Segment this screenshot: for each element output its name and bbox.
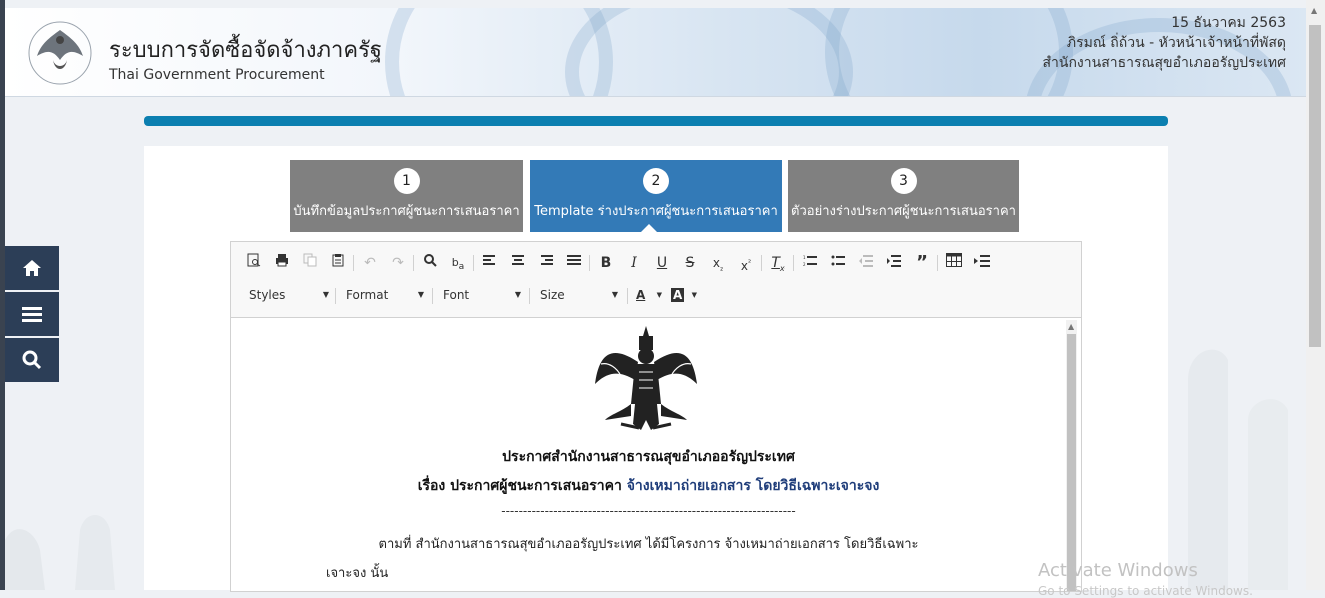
preview-icon[interactable] — [243, 253, 265, 273]
background-decoration — [5, 515, 115, 590]
paragraph-line-2: เจาะจง นั้น — [326, 566, 389, 581]
underline-icon[interactable]: U — [651, 253, 673, 273]
styles-label: Styles — [249, 288, 286, 302]
garuda-emblem — [595, 326, 697, 430]
menu-button[interactable] — [5, 292, 59, 336]
header-decoration — [565, 8, 853, 96]
editor-scrollbar[interactable]: ▲ — [1066, 320, 1077, 591]
svg-text:2: 2 — [803, 262, 806, 267]
size-dropdown[interactable]: Size ▼ — [540, 286, 618, 304]
align-center-icon[interactable] — [507, 253, 529, 273]
user-name[interactable]: ภิรมณ์ ถิ่ถ้วน - หัวหน้าเจ้าหน้าที่พัสดุ — [1042, 33, 1286, 53]
site-title-thai: ระบบการจัดซื้อจัดจ้างภาครัฐ — [109, 38, 383, 63]
size-label: Size — [540, 288, 565, 302]
search-icon — [22, 350, 42, 370]
paste-icon[interactable] — [327, 253, 349, 273]
indent-icon[interactable] — [883, 253, 905, 273]
paragraph-line-1: ตามที่ สำนักงานสาธารณสุขอำเภออรัญประเทศ … — [378, 537, 919, 552]
step-label: Template ร่างประกาศผู้ชนะการเสนอราคา — [534, 204, 778, 219]
table-icon[interactable] — [943, 253, 965, 273]
numbered-list-icon[interactable]: 12 — [799, 253, 821, 273]
home-button[interactable] — [5, 246, 59, 290]
justify-icon[interactable] — [563, 253, 585, 273]
step-number: 2 — [643, 168, 669, 194]
font-label: Font — [443, 288, 470, 302]
svg-text:1: 1 — [803, 255, 806, 260]
redo-icon[interactable]: ↷ — [387, 253, 409, 273]
site-header: ระบบการจัดซื้อจัดจ้างภาครัฐ Thai Governm… — [5, 8, 1306, 97]
scroll-up-icon[interactable]: ▲ — [1068, 322, 1074, 331]
divider-line: ----------------------------------------… — [501, 504, 796, 518]
align-left-icon[interactable] — [479, 253, 501, 273]
editor-content[interactable]: ประกาศสำนักงานสาธารณสุขอำเภออรัญประเทศ เ… — [231, 318, 1066, 591]
showblocks-icon[interactable] — [971, 253, 993, 273]
site-title-english: Thai Government Procurement — [109, 67, 325, 83]
step-number: 1 — [393, 168, 420, 194]
text-color-icon[interactable]: A ▼ — [636, 286, 662, 304]
bulleted-list-icon[interactable] — [827, 253, 849, 273]
home-icon — [23, 260, 41, 276]
activate-windows-subtext: Go to Settings to activate Windows. — [1038, 584, 1253, 598]
format-dropdown[interactable]: Format ▼ — [346, 286, 424, 304]
italic-icon[interactable]: I — [623, 253, 645, 273]
bg-color-icon[interactable]: A ▼ — [671, 286, 697, 304]
search-button[interactable] — [5, 338, 59, 382]
chevron-down-icon: ▼ — [417, 290, 424, 299]
remove-format-icon[interactable]: Tx — [767, 253, 789, 273]
step-label: ตัวอย่างร่างประกาศผู้ชนะการเสนอราคา — [791, 204, 1016, 219]
activate-windows-watermark: Activate Windows — [1038, 560, 1198, 581]
subject-prefix: เรื่อง ประกาศผู้ชนะการเสนอราคา — [417, 478, 622, 494]
progress-bar — [144, 116, 1168, 126]
align-right-icon[interactable] — [535, 253, 557, 273]
organization-name: สำนักงานสาธารณสุขอำเภออรัญประเทศ — [1042, 55, 1286, 71]
superscript-icon[interactable]: x² — [735, 253, 757, 273]
rich-text-editor: ↶ ↷ ba B I U S x₂ x² Tx 1 2 ” Styles ▼ F… — [230, 241, 1082, 592]
subscript-icon[interactable]: x₂ — [707, 253, 729, 273]
format-label: Format — [346, 288, 389, 302]
bold-icon[interactable]: B — [595, 253, 617, 273]
outdent-icon[interactable] — [855, 253, 877, 273]
chevron-down-icon: ▼ — [514, 290, 521, 299]
undo-icon[interactable]: ↶ — [359, 253, 381, 273]
step-2-tab[interactable]: 2 Template ร่างประกาศผู้ชนะการเสนอราคา — [530, 160, 782, 233]
step-number: 3 — [890, 168, 917, 194]
comptroller-logo — [28, 21, 92, 85]
chevron-down-icon: ▼ — [611, 290, 618, 299]
styles-dropdown[interactable]: Styles ▼ — [249, 286, 329, 304]
current-date: 15 ธันวาคม 2563 — [1171, 15, 1286, 31]
scroll-up-icon[interactable]: ▲ — [1311, 6, 1317, 15]
page-scrollbar[interactable]: ▲ — [1306, 0, 1325, 590]
user-info: 15 ธันวาคม 2563 ภิรมณ์ ถิ่ถ้วน - หัวหน้า… — [1042, 13, 1286, 73]
editor-toolbar: ↶ ↷ ba B I U S x₂ x² Tx 1 2 ” Styles ▼ F… — [231, 242, 1081, 318]
page-scroll-thumb[interactable] — [1309, 25, 1321, 347]
blockquote-icon[interactable]: ” — [911, 253, 933, 273]
step-3-tab[interactable]: 3 ตัวอย่างร่างประกาศผู้ชนะการเสนอราคา — [788, 160, 1019, 232]
menu-icon — [22, 307, 42, 322]
subject-body: จ้างเหมาถ่ายเอกสาร โดยวิธีเฉพาะเจาะจง — [626, 478, 880, 494]
step-1-tab[interactable]: 1 บันทึกข้อมูลประกาศผู้ชนะการเสนอราคา — [290, 160, 523, 232]
find-icon[interactable] — [419, 253, 441, 273]
editor-scroll-thumb[interactable] — [1067, 334, 1076, 591]
font-dropdown[interactable]: Font ▼ — [443, 286, 521, 304]
chevron-down-icon: ▼ — [322, 290, 329, 299]
announcement-subject: เรื่อง ประกาศผู้ชนะการเสนอราคา จ้างเหมาถ… — [231, 475, 1066, 497]
replace-icon[interactable]: ba — [447, 253, 469, 273]
announcement-heading: ประกาศสำนักงานสาธารณสุขอำเภออรัญประเทศ — [502, 449, 795, 465]
print-icon[interactable] — [271, 253, 293, 273]
copy-icon[interactable] — [299, 253, 321, 273]
strike-icon[interactable]: S — [679, 253, 701, 273]
step-label: บันทึกข้อมูลประกาศผู้ชนะการเสนอราคา — [293, 204, 520, 219]
background-decoration — [1188, 349, 1288, 590]
